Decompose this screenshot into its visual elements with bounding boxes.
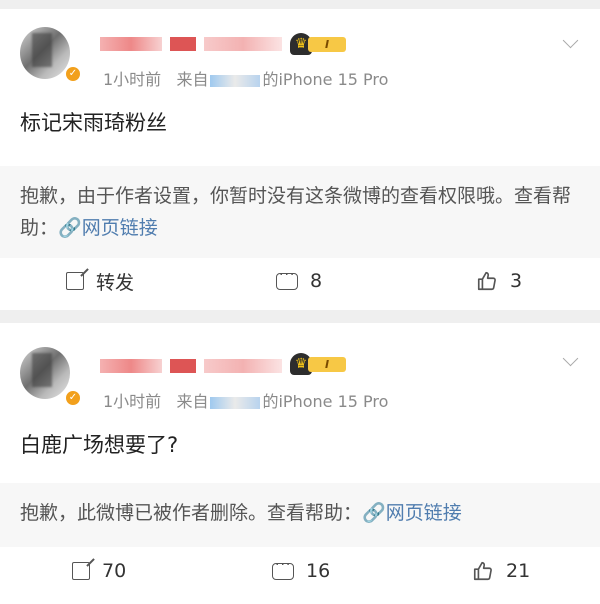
thumbs-up-icon: [476, 270, 498, 292]
more-chevron-down-icon[interactable]: [562, 353, 578, 369]
link-icon: 🔗: [362, 502, 386, 524]
redacted-source: [210, 74, 261, 87]
share-icon: [72, 562, 90, 580]
source-prefix: 来自: [176, 70, 209, 89]
vip-crown-badge[interactable]: ♛ I: [290, 33, 346, 55]
like-count: 21: [506, 560, 531, 582]
share-icon: [66, 272, 84, 290]
quoted-post-unavailable[interactable]: 抱歉，由于作者设置，你暂时没有这条微博的查看权限哦。查看帮助：🔗网页链接: [0, 166, 600, 258]
action-bar: 转发 8 3: [0, 261, 600, 301]
post-card-2[interactable]: ✓ ♛ I 1小时前 来自 的iPhone 15 Pro 白鹿广场想要了? 抱歉，…: [0, 323, 600, 604]
repost-count: 70: [102, 560, 127, 582]
post-meta: 1小时前 来自 的iPhone 15 Pro: [103, 66, 388, 90]
post-time: 1小时前: [103, 392, 162, 411]
like-count: 3: [510, 270, 523, 292]
repost-button[interactable]: 转发: [66, 261, 134, 301]
post-time: 1小时前: [103, 70, 162, 89]
avatar[interactable]: [20, 27, 70, 79]
top-gap: [0, 0, 600, 9]
source-prefix: 来自: [176, 392, 209, 411]
comment-button[interactable]: 8: [276, 261, 322, 301]
comment-icon: [276, 267, 298, 290]
like-button[interactable]: 3: [476, 261, 522, 301]
quote-message: 抱歉，此微博已被作者删除。查看帮助：: [20, 502, 363, 524]
repost-label: 转发: [96, 271, 135, 294]
link-icon: 🔗: [58, 217, 82, 239]
user-name-redacted[interactable]: [100, 355, 284, 377]
post-text: 标记宋雨琦粉丝: [20, 111, 167, 135]
post-card-1[interactable]: ✓ ♛ I 1小时前 来自 的iPhone 15 Pro 标记宋雨琦粉丝 抱歉，由…: [0, 9, 600, 310]
avatar[interactable]: [20, 347, 70, 399]
comment-icon: [272, 557, 294, 580]
action-bar: 70 16 21: [0, 551, 600, 591]
help-link[interactable]: 🔗网页链接: [58, 217, 158, 239]
thumbs-up-icon: [472, 560, 494, 582]
more-chevron-down-icon[interactable]: [562, 35, 578, 51]
post-meta: 1小时前 来自 的iPhone 15 Pro: [103, 388, 388, 412]
comment-count: 16: [306, 560, 331, 582]
redacted-source: [210, 396, 261, 409]
quoted-post-deleted[interactable]: 抱歉，此微博已被作者删除。查看帮助：🔗网页链接: [0, 483, 600, 547]
repost-button[interactable]: 70: [72, 551, 126, 591]
level-badge: I: [308, 37, 346, 52]
like-button[interactable]: 21: [472, 551, 530, 591]
verified-badge-icon: ✓: [64, 65, 82, 83]
comment-count: 8: [310, 270, 323, 292]
help-link[interactable]: 🔗网页链接: [362, 502, 462, 524]
device-label: 的iPhone 15 Pro: [262, 70, 389, 89]
verified-badge-icon: ✓: [64, 389, 82, 407]
post-text: 白鹿广场想要了?: [20, 433, 179, 457]
comment-button[interactable]: 16: [272, 551, 330, 591]
device-label: 的iPhone 15 Pro: [262, 392, 389, 411]
level-badge: I: [308, 357, 346, 372]
user-name-redacted[interactable]: [100, 33, 284, 55]
vip-crown-badge[interactable]: ♛ I: [290, 353, 346, 375]
